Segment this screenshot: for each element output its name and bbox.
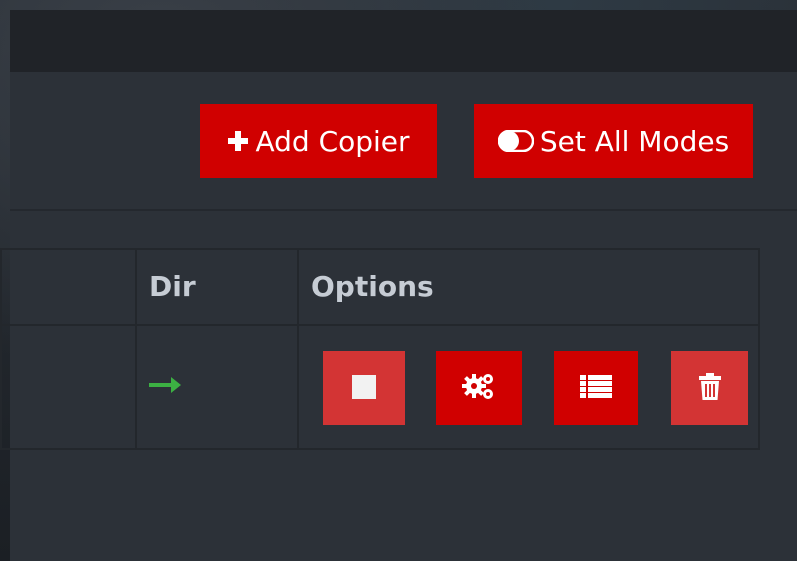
table-cell xyxy=(2,326,137,450)
toggle-icon xyxy=(497,130,534,152)
arrow-right-icon xyxy=(147,374,183,401)
settings-button[interactable] xyxy=(436,351,522,425)
copiers-panel: Add Copier Set All Modes Dir Options xyxy=(0,10,797,561)
plus-icon xyxy=(227,130,249,152)
copiers-table: Dir Options xyxy=(0,248,760,450)
trash-icon xyxy=(698,372,722,404)
set-all-modes-label: Set All Modes xyxy=(539,124,730,158)
stop-icon xyxy=(351,374,377,403)
list-button[interactable] xyxy=(554,351,638,425)
panel-header-bar xyxy=(10,10,797,72)
table-header-dir: Dir xyxy=(137,250,299,326)
add-copier-button[interactable]: Add Copier xyxy=(200,104,437,178)
delete-button[interactable] xyxy=(671,351,748,425)
add-copier-label: Add Copier xyxy=(255,124,410,158)
direction-cell xyxy=(137,326,299,450)
toolbar: Add Copier Set All Modes xyxy=(10,72,797,211)
stop-button[interactable] xyxy=(323,351,405,425)
cogs-icon xyxy=(462,372,496,405)
table-header-cell xyxy=(2,250,137,326)
copiers-table-area: Dir Options xyxy=(0,213,797,561)
table-header-options: Options xyxy=(299,250,760,326)
list-icon xyxy=(580,374,612,403)
set-all-modes-button[interactable]: Set All Modes xyxy=(474,104,753,178)
options-cell xyxy=(299,326,760,450)
